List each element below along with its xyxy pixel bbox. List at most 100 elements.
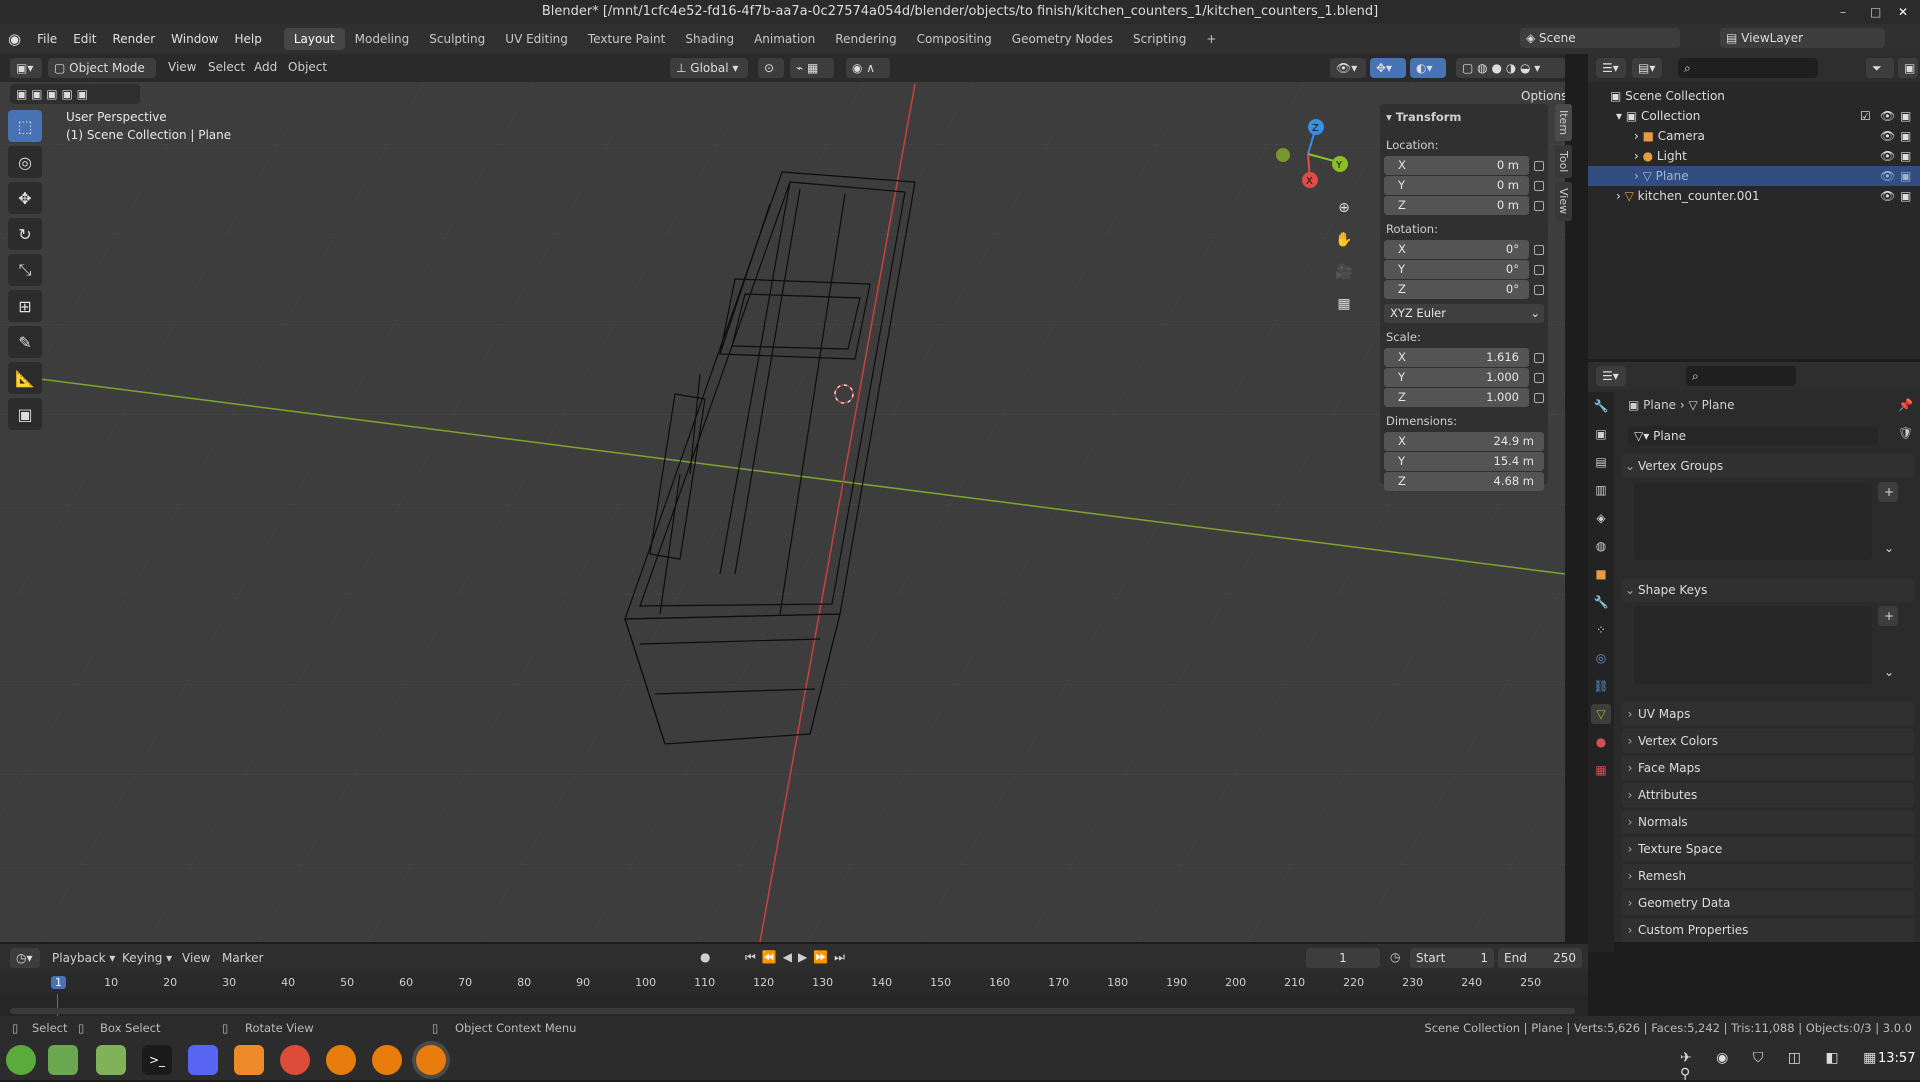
particles-tab-icon[interactable]: ⁘ xyxy=(1591,620,1611,640)
outliner-item-scene-collection[interactable]: ▣ Scene Collection xyxy=(1588,86,1920,106)
texture-space-section[interactable]: › Texture Space xyxy=(1622,837,1914,861)
normals-section[interactable]: › Normals xyxy=(1622,810,1914,834)
scene-tab-icon[interactable]: ◈ xyxy=(1591,508,1611,528)
camera-icon[interactable]: ▣ xyxy=(1900,106,1911,126)
workspace-tab-uv-editing[interactable]: UV Editing xyxy=(495,28,578,50)
end-frame-field[interactable]: End 250 xyxy=(1498,948,1582,968)
scene-selector[interactable]: ◈ Scene xyxy=(1520,28,1680,48)
menu-view[interactable]: View xyxy=(168,60,196,74)
menu-playback[interactable]: Playback ▾ xyxy=(52,951,115,965)
editor-type-icon[interactable]: ▣▾ xyxy=(10,58,42,78)
firefox-icon[interactable] xyxy=(234,1045,264,1075)
navigation-gizmo[interactable]: Z Y X xyxy=(1268,114,1348,194)
camera-icon[interactable]: ▣ xyxy=(1900,166,1911,186)
modifier-tab-icon[interactable]: 🔧 xyxy=(1591,592,1611,612)
transform-tool-icon[interactable]: ⊞ xyxy=(8,290,42,322)
filter-icon[interactable]: ⏷ xyxy=(1866,58,1894,78)
texture-tab-icon[interactable]: ▦ xyxy=(1591,760,1611,780)
menu-window[interactable]: Window xyxy=(163,24,226,54)
outliner-item-light[interactable]: › ● Light 👁 ▣ xyxy=(1588,146,1920,166)
chrome-icon[interactable] xyxy=(280,1045,310,1075)
checkbox-icon[interactable]: ☑ xyxy=(1860,106,1871,126)
proportional-editing-icon[interactable]: ◉ ∧ xyxy=(846,58,890,78)
output-tab-icon[interactable]: ▤ xyxy=(1591,452,1611,472)
frame-ruler[interactable]: 1 10 20 30 40 50 60 70 80 90 100 110 120 130 140 150 160… xyxy=(0,972,1588,994)
lock-icon[interactable] xyxy=(1534,353,1544,363)
stopwatch-icon[interactable]: ◷ xyxy=(1390,950,1400,964)
camera-view-icon[interactable]: 🎥 xyxy=(1330,258,1358,286)
scale-x-field[interactable]: X 1.616 xyxy=(1384,348,1529,367)
workspace-tab-sculpting[interactable]: Sculpting xyxy=(419,28,495,50)
workspace-tab-rendering[interactable]: Rendering xyxy=(825,28,906,50)
terminal-icon[interactable]: >_ xyxy=(142,1045,172,1075)
outliner-item-collection[interactable]: ▾ ▣ Collection ☑ 👁 ▣ xyxy=(1588,106,1920,126)
rotate-tool-icon[interactable]: ↻ xyxy=(8,218,42,250)
mint-menu-icon[interactable] xyxy=(6,1045,36,1075)
tab-tool[interactable]: Tool xyxy=(1555,145,1572,179)
shape-keys-list[interactable] xyxy=(1634,606,1872,684)
workspace-tab-animation[interactable]: Animation xyxy=(744,28,825,50)
scale-y-field[interactable]: Y 1.000 xyxy=(1384,368,1529,387)
location-z-field[interactable]: Z0 m xyxy=(1384,196,1529,215)
workspace-tab-compositing[interactable]: Compositing xyxy=(907,28,1002,50)
location-y-field[interactable]: Y0 m xyxy=(1384,176,1529,195)
show-desktop-icon[interactable] xyxy=(48,1045,78,1075)
cursor-tool-icon[interactable]: ◎ xyxy=(8,146,42,178)
eye-icon[interactable]: 👁 xyxy=(1880,146,1895,166)
location-x-field[interactable]: X0 m xyxy=(1384,156,1529,175)
zoom-icon[interactable]: ⊕ xyxy=(1330,194,1358,222)
snap-icon[interactable]: ⌁ ▦ xyxy=(790,58,834,78)
file-manager-icon[interactable] xyxy=(96,1045,126,1075)
current-frame-field[interactable]: 1 xyxy=(1306,948,1380,968)
pan-hand-icon[interactable]: ✋ xyxy=(1330,226,1358,254)
outliner-search-input[interactable]: ⌕ xyxy=(1678,58,1818,78)
tool-tab-icon[interactable]: 🔧 xyxy=(1591,396,1611,416)
discord-icon[interactable] xyxy=(188,1045,218,1075)
world-tab-icon[interactable]: ◍ xyxy=(1591,536,1611,556)
menu-marker[interactable]: Marker xyxy=(222,951,263,965)
menu-keying[interactable]: Keying ▾ xyxy=(122,951,172,965)
properties-editor-type-icon[interactable]: ☰▾ xyxy=(1596,366,1626,386)
material-tab-icon[interactable]: ● xyxy=(1591,732,1611,752)
selection-mode-icons[interactable]: ▣ ▣ ▣ ▣ ▣ xyxy=(10,84,140,104)
uv-maps-section[interactable]: › UV Maps xyxy=(1622,702,1914,726)
vertex-groups-list[interactable] xyxy=(1634,482,1872,560)
outliner-item-kitchen-counter[interactable]: › ▽ kitchen_counter.001 👁 ▣ xyxy=(1588,186,1920,206)
camera-icon[interactable]: ▣ xyxy=(1900,146,1911,166)
minimize-icon[interactable]: – xyxy=(1840,0,1846,24)
geometry-data-section[interactable]: › Geometry Data xyxy=(1622,891,1914,915)
annotate-tool-icon[interactable]: ✎ xyxy=(8,326,42,358)
camera-icon[interactable]: ▣ xyxy=(1900,126,1911,146)
lock-icon[interactable] xyxy=(1534,245,1544,255)
lock-icon[interactable] xyxy=(1534,265,1544,275)
chevron-down-icon[interactable]: ⌄ xyxy=(1878,662,1898,682)
move-tool-icon[interactable]: ✥ xyxy=(8,182,42,214)
eye-icon[interactable]: 👁 xyxy=(1880,166,1895,186)
outliner-editor-type-icon[interactable]: ☰▾ xyxy=(1596,58,1626,78)
display-mode-icon[interactable]: ▤▾ xyxy=(1632,58,1662,78)
vertex-groups-section[interactable]: ⌄ Vertex Groups xyxy=(1622,454,1914,478)
transform-orientation-selector[interactable]: ⊥ Global ▾ xyxy=(670,58,748,78)
face-maps-section[interactable]: › Face Maps xyxy=(1622,756,1914,780)
start-frame-field[interactable]: Start 1 xyxy=(1410,948,1494,968)
eye-icon[interactable]: 👁 xyxy=(1880,186,1895,206)
blender-app-icon[interactable] xyxy=(416,1045,446,1075)
workspace-tab-layout[interactable]: Layout xyxy=(283,28,345,50)
chevron-down-icon[interactable]: ⌄ xyxy=(1878,538,1898,558)
select-box-tool-icon[interactable]: ⬚ xyxy=(8,110,42,142)
dimensions-x-field[interactable]: X 24.9 m xyxy=(1384,432,1544,451)
menu-select[interactable]: Select xyxy=(208,60,245,74)
mesh-datablock-field[interactable]: ▽▾ Plane xyxy=(1628,426,1878,446)
playback-controls-icons[interactable]: ⏮⏪◀▶⏩⏭ xyxy=(745,950,851,965)
outliner-item-camera[interactable]: › ■ Camera 👁 ▣ xyxy=(1588,126,1920,146)
object-tab-icon[interactable]: ■ xyxy=(1591,564,1611,584)
render-tab-icon[interactable]: ▣ xyxy=(1591,424,1611,444)
scale-tool-icon[interactable]: ⤡ xyxy=(8,254,42,286)
fake-user-shield-icon[interactable]: 🛡 xyxy=(1898,426,1913,440)
timeline-area[interactable]: 1 10 20 30 40 50 60 70 80 90 100 110 120 130 140 150 160… xyxy=(0,972,1588,1016)
shading-mode-icons[interactable]: ▢ ◍ ● ◑ ◒ ▾ xyxy=(1456,58,1565,78)
timeline-editor-type-icon[interactable]: ◷▾ xyxy=(10,948,40,968)
outliner-item-plane[interactable]: › ▽ Plane 👁 ▣ xyxy=(1588,166,1920,186)
3d-viewport[interactable]: ▣▾ ▢ Object Mode ▾ View Select Add Objec… xyxy=(0,54,1565,942)
record-icon[interactable]: ● xyxy=(700,950,710,964)
